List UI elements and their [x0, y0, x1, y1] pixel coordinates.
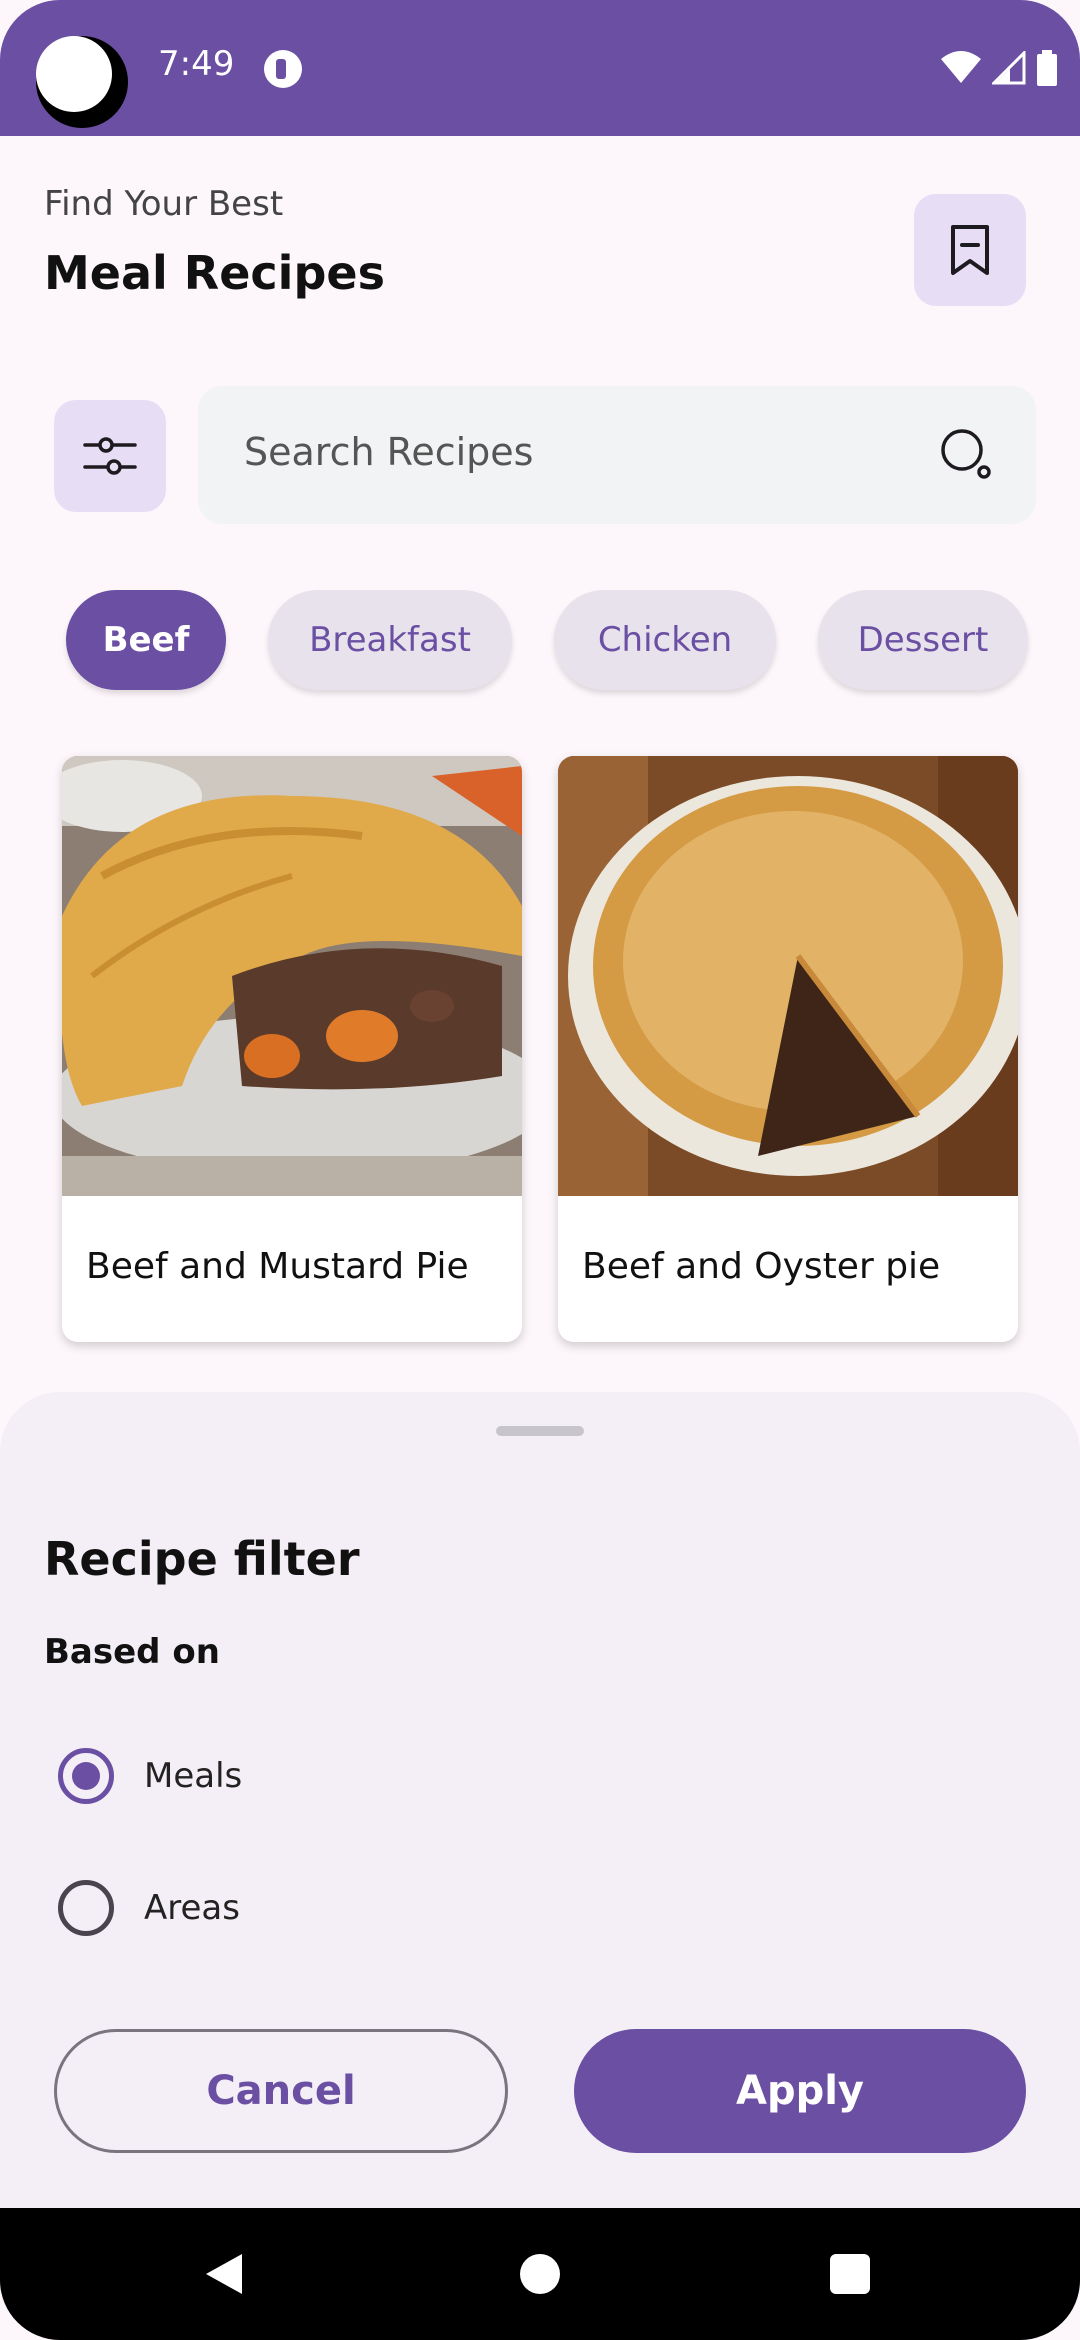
recipe-title: Beef and Mustard Pie [86, 1246, 469, 1287]
home-icon[interactable] [520, 2254, 560, 2294]
cell-signal-icon [992, 51, 1026, 85]
sheet-title: Recipe filter [44, 1532, 360, 1586]
page-title: Meal Recipes [44, 246, 385, 300]
drag-handle[interactable] [496, 1426, 584, 1436]
system-nav-bar [0, 2208, 1080, 2340]
chip-chicken[interactable]: Chicken [554, 590, 776, 690]
wifi-icon [941, 51, 981, 83]
radio-option-areas[interactable]: Areas [58, 1878, 240, 1938]
filter-bottom-sheet: Recipe filter Based on Meals Areas Cance… [0, 1392, 1080, 2208]
chip-dessert[interactable]: Dessert [818, 590, 1028, 690]
radio-option-meals[interactable]: Meals [58, 1746, 242, 1806]
status-time: 7:49 [158, 44, 235, 84]
recipe-image [558, 756, 1018, 1196]
search-icon[interactable] [940, 428, 992, 480]
based-on-label: Based on [44, 1632, 220, 1672]
radio-label: Areas [144, 1888, 240, 1928]
chip-beef[interactable]: Beef [66, 590, 226, 690]
recipe-image [62, 756, 522, 1196]
sliders-icon [83, 437, 137, 475]
app-notification-icon [264, 50, 302, 88]
bookmarks-button[interactable] [914, 194, 1026, 306]
radio-button[interactable] [58, 1748, 114, 1804]
recents-icon[interactable] [830, 2254, 870, 2294]
cancel-button[interactable]: Cancel [54, 2029, 508, 2153]
camera-cutout [36, 36, 128, 128]
apply-button[interactable]: Apply [574, 2029, 1026, 2153]
recipe-card[interactable]: Beef and Oyster pie [558, 756, 1018, 1342]
filter-button[interactable] [54, 400, 166, 512]
back-icon[interactable] [204, 2252, 244, 2296]
status-icons [940, 50, 1058, 86]
search-input[interactable]: Search Recipes [198, 386, 1036, 524]
status-bar: 7:49 [0, 0, 1080, 136]
recipe-card[interactable]: Beef and Mustard Pie [62, 756, 522, 1342]
bookmark-icon [951, 225, 989, 275]
radio-label: Meals [144, 1756, 243, 1796]
search-placeholder: Search Recipes [244, 430, 534, 474]
chip-breakfast[interactable]: Breakfast [268, 590, 512, 690]
battery-icon [1037, 50, 1057, 86]
radio-button[interactable] [58, 1880, 114, 1936]
header-subtitle: Find Your Best [44, 184, 284, 224]
screen: 7:49 Find Your Best Meal Recipes Search … [0, 0, 1080, 2340]
recipe-title: Beef and Oyster pie [582, 1246, 941, 1287]
